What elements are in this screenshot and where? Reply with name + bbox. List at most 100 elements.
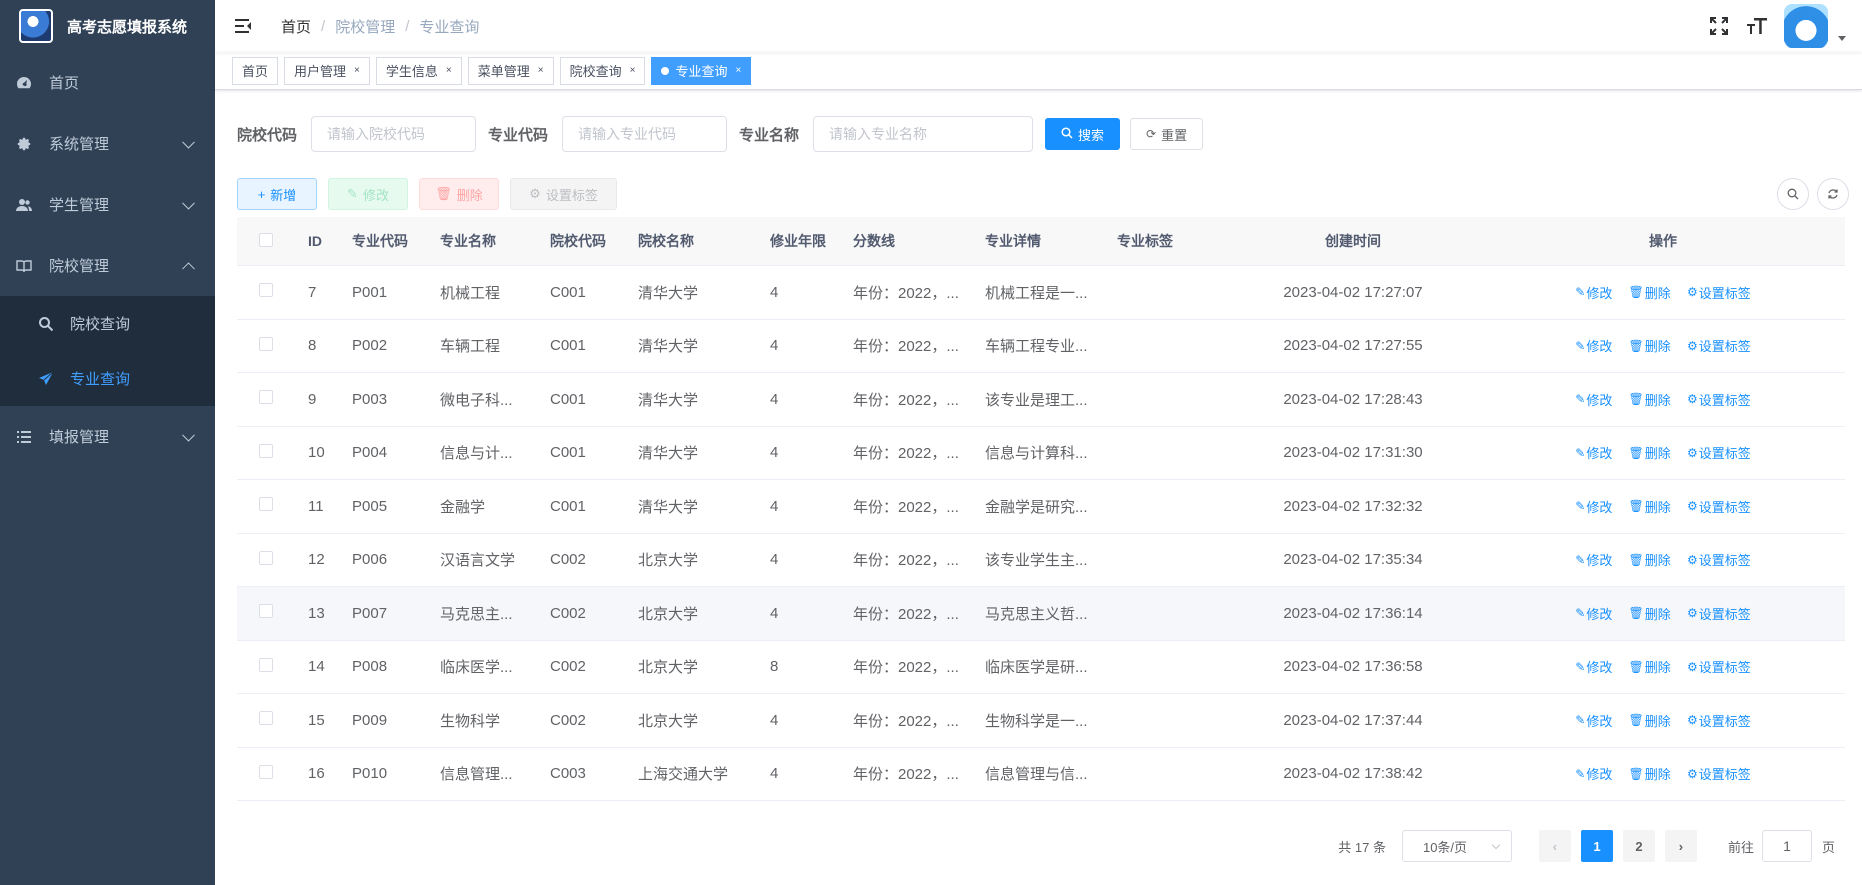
row-delete-button[interactable]: 🗑 删除 [1629, 497, 1671, 516]
table-row[interactable]: 14 P008 临床医学... C002 北京大学 8 年份：2022，... 临床医学是研.… [237, 641, 1845, 694]
hamburger-icon[interactable] [233, 16, 253, 36]
table-row[interactable]: 9 P003 微电子科... C001 清华大学 4 年份：2022，... 该专业是理工..… [237, 373, 1845, 427]
row-set-tag-button[interactable]: ⚙ 设置标签 [1687, 336, 1751, 355]
table-row[interactable]: 16 P010 信息管理... C003 上海交通大学 4 年份：2022，... 信息管理与… [237, 748, 1845, 801]
row-edit-label: 修改 [1586, 285, 1613, 301]
table-row[interactable]: 15 P009 生物科学 C002 北京大学 4 年份：2022，... 生物科学是一... 2… [237, 694, 1845, 748]
close-icon[interactable]: × [630, 65, 636, 76]
row-checkbox[interactable] [259, 711, 273, 726]
sidebar-item-universities[interactable]: 院校管理 [0, 235, 215, 296]
row-edit-button[interactable]: ✎ 修改 [1575, 550, 1612, 569]
tag-home[interactable]: 首页 [232, 56, 279, 85]
table-row[interactable]: 10 P004 信息与计... C001 清华大学 4 年份：2022，... 信息与计算科.… [237, 427, 1845, 480]
row-edit-button[interactable]: ✎ 修改 [1575, 497, 1612, 516]
row-delete-button[interactable]: 🗑 删除 [1629, 443, 1671, 462]
sidebar-item-home[interactable]: 首页 [0, 52, 215, 113]
cell-major-code: P006 [352, 551, 388, 569]
row-delete-button[interactable]: 🗑 删除 [1629, 657, 1671, 676]
table-row[interactable]: 13 P007 马克思主... C002 北京大学 4 年份：2022，... 马克思主义哲.… [237, 587, 1845, 641]
fullscreen-icon[interactable] [1708, 15, 1730, 37]
page-button-2[interactable]: 2 [1622, 830, 1655, 862]
delete-button[interactable]: 🗑 删除 [419, 178, 499, 210]
font-size-icon[interactable] [1746, 15, 1768, 37]
row-delete-button[interactable]: 🗑 删除 [1629, 604, 1671, 623]
row-set-tag-button[interactable]: ⚙ 设置标签 [1687, 390, 1751, 409]
row-checkbox[interactable] [259, 336, 273, 351]
row-set-tag-button[interactable]: ⚙ 设置标签 [1687, 604, 1751, 623]
search-button[interactable]: 搜索 [1045, 118, 1121, 150]
row-delete-button[interactable]: 🗑 删除 [1629, 390, 1671, 409]
major-code-input[interactable] [562, 116, 728, 152]
row-set-tag-button[interactable]: ⚙ 设置标签 [1687, 443, 1751, 462]
table-row[interactable]: 8 P002 车辆工程 C001 清华大学 4 年份：2022，... 车辆工程专业... 20… [237, 320, 1845, 373]
tag-student-info[interactable]: 学生信息 × [375, 56, 462, 85]
close-icon[interactable]: × [538, 65, 544, 76]
row-edit-button[interactable]: ✎ 修改 [1575, 443, 1612, 462]
row-set-tag-button[interactable]: ⚙ 设置标签 [1687, 550, 1751, 569]
row-edit-label: 修改 [1586, 553, 1613, 569]
row-checkbox[interactable] [259, 443, 273, 458]
university-code-input[interactable] [311, 116, 477, 152]
reset-button[interactable]: ⟳ 重置 [1130, 118, 1204, 150]
add-button[interactable]: + 新增 [237, 178, 317, 210]
row-delete-button[interactable]: 🗑 删除 [1629, 336, 1671, 355]
row-edit-button[interactable]: ✎ 修改 [1575, 390, 1612, 409]
sidebar-item-students[interactable]: 学生管理 [0, 174, 215, 235]
prev-page-button[interactable]: ‹ [1538, 830, 1571, 862]
tag-menu-management[interactable]: 菜单管理 × [467, 56, 554, 85]
row-edit-button[interactable]: ✎ 修改 [1575, 336, 1612, 355]
tag-major-query[interactable]: 专业查询 × [651, 56, 752, 85]
row-checkbox[interactable] [259, 283, 273, 298]
table-row[interactable]: 11 P005 金融学 C001 清华大学 4 年份：2022，... 金融学是研究... 20… [237, 480, 1845, 534]
toggle-search-button[interactable] [1777, 178, 1809, 210]
trash-icon: 🗑 [1628, 659, 1644, 674]
row-edit-button[interactable]: ✎ 修改 [1575, 657, 1612, 676]
row-set-tag-button[interactable]: ⚙ 设置标签 [1687, 711, 1751, 730]
sidebar-item-university-query[interactable]: 院校查询 [0, 296, 215, 351]
logo[interactable]: 高考志愿填报系统 [0, 0, 215, 52]
edit-icon: ✎ [1575, 499, 1586, 514]
sidebar-item-applications[interactable]: 填报管理 [0, 406, 215, 467]
page-button-1[interactable]: 1 [1580, 830, 1613, 862]
row-delete-button[interactable]: 🗑 删除 [1629, 711, 1671, 730]
row-edit-button[interactable]: ✎ 修改 [1575, 604, 1612, 623]
row-checkbox[interactable] [259, 550, 273, 565]
row-edit-button[interactable]: ✎ 修改 [1575, 764, 1612, 783]
row-delete-button[interactable]: 🗑 删除 [1629, 550, 1671, 569]
set-tag-button[interactable]: ⚙ 设置标签 [510, 178, 617, 210]
select-all-checkbox[interactable] [259, 232, 273, 247]
row-set-tag-button[interactable]: ⚙ 设置标签 [1687, 657, 1751, 676]
row-set-tag-button[interactable]: ⚙ 设置标签 [1687, 283, 1751, 302]
next-page-button[interactable]: › [1664, 830, 1697, 862]
row-set-tag-button[interactable]: ⚙ 设置标签 [1687, 764, 1751, 783]
table-row[interactable]: 12 P006 汉语言文学 C002 北京大学 4 年份：2022，... 该专业学生主...… [237, 534, 1845, 587]
avatar[interactable] [1784, 4, 1828, 48]
row-checkbox[interactable] [259, 657, 273, 672]
row-edit-button[interactable]: ✎ 修改 [1575, 283, 1612, 302]
page-size-select[interactable]: 10条/页 [1401, 830, 1512, 862]
major-name-input[interactable] [813, 116, 1034, 152]
row-delete-button[interactable]: 🗑 删除 [1629, 283, 1671, 302]
cell-score-line: 年份：2022，... [853, 552, 959, 570]
sidebar-item-major-query[interactable]: 专业查询 [0, 351, 215, 406]
row-set-tag-button[interactable]: ⚙ 设置标签 [1687, 497, 1751, 516]
row-checkbox[interactable] [259, 390, 273, 405]
tag-university-query[interactable]: 院校查询 × [559, 56, 646, 85]
breadcrumb-item-home[interactable]: 首页 [281, 16, 311, 37]
close-icon[interactable]: × [354, 65, 360, 76]
close-icon[interactable]: × [446, 65, 452, 76]
refresh-table-button[interactable] [1817, 178, 1849, 210]
row-checkbox[interactable] [259, 497, 273, 512]
sidebar-item-system[interactable]: 系统管理 [0, 113, 215, 174]
edit-button[interactable]: ✎ 修改 [328, 178, 408, 210]
table-row[interactable]: 7 P001 机械工程 C001 清华大学 4 年份：2022，... 机械工程是一... 20… [237, 266, 1845, 320]
row-delete-button[interactable]: 🗑 删除 [1629, 764, 1671, 783]
goto-page-input[interactable] [1761, 830, 1812, 862]
close-icon[interactable]: × [735, 65, 741, 76]
row-edit-button[interactable]: ✎ 修改 [1575, 711, 1612, 730]
row-checkbox[interactable] [259, 604, 273, 619]
refresh-icon: ⟳ [1146, 127, 1157, 141]
row-checkbox[interactable] [259, 764, 273, 779]
tag-user-management[interactable]: 用户管理 × [284, 56, 370, 85]
caret-down-icon[interactable] [1838, 35, 1846, 41]
